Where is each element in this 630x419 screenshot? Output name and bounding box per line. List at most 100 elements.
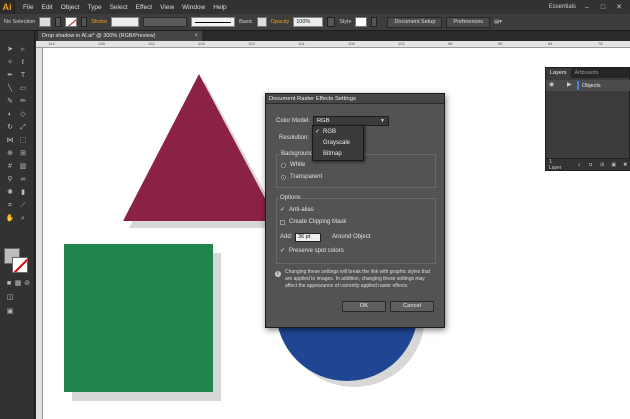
ok-button[interactable]: OK (342, 301, 386, 312)
type-tool-icon[interactable]: T (18, 71, 28, 80)
close-tab-icon[interactable]: × (194, 31, 198, 41)
preserve-spot-checkbox[interactable]: ✓ (280, 248, 286, 254)
screen-mode-icon[interactable]: ▣ (5, 307, 15, 316)
maximize-button[interactable]: □ (598, 3, 608, 12)
new-layer-icon[interactable]: ▣ (611, 162, 617, 168)
new-sublayer-icon[interactable]: ⊞ (599, 162, 605, 168)
color-model-option-grayscale[interactable]: Grayscale (313, 138, 365, 148)
preferences-button[interactable]: Preferences (446, 16, 491, 28)
opacity-field[interactable]: 100% (293, 17, 324, 27)
none-mode-icon[interactable]: ⊘ (22, 279, 32, 288)
menu-effect[interactable]: Effect (136, 4, 153, 11)
ruler-tick: 126 (198, 41, 205, 46)
line-tool-icon[interactable]: ╲ (5, 84, 15, 93)
stroke-label[interactable]: Stroke (91, 19, 107, 25)
eraser-tool-icon[interactable]: ◇ (18, 110, 28, 119)
clipping-mask-label[interactable]: Create Clipping Mask (289, 219, 346, 225)
blend-tool-icon[interactable]: ∞ (18, 175, 28, 184)
stroke-weight-field[interactable] (111, 17, 140, 27)
brush-dropdown[interactable] (256, 17, 267, 27)
bg-transparent-label[interactable]: Transparent (290, 174, 322, 180)
add-amount-input[interactable]: 36 pt (295, 233, 321, 242)
delete-layer-icon[interactable]: ✖ (623, 162, 629, 168)
gradient-tool-icon[interactable]: ▥ (18, 162, 28, 171)
menu-object[interactable]: Object (61, 4, 80, 11)
fill-dropdown[interactable] (55, 17, 62, 27)
tab-layers[interactable]: Layers (546, 68, 571, 78)
layer-row[interactable]: ◉ ▶ Objects (546, 80, 630, 91)
selection-status: No Selection (4, 19, 36, 25)
brush-preview[interactable] (191, 17, 236, 27)
menu-window[interactable]: Window (182, 4, 205, 11)
opacity-label[interactable]: Opacity (271, 19, 290, 25)
stroke-color-icon[interactable] (12, 257, 28, 273)
tab-artboards[interactable]: Artboards (571, 68, 603, 78)
style-swatch[interactable] (355, 17, 368, 27)
fill-swatch[interactable] (39, 17, 52, 27)
document-setup-button[interactable]: Document Setup (387, 16, 443, 28)
color-model-value: RGB (317, 118, 330, 124)
zoom-tool-icon[interactable]: ⌕ (18, 214, 28, 223)
width-tool-icon[interactable]: ⋈ (5, 136, 15, 145)
lock-toggle[interactable] (559, 82, 564, 89)
menu-file[interactable]: File (23, 4, 33, 11)
selection-tool-icon[interactable]: ➤ (5, 45, 15, 54)
document-title: Drop shadow in AI.ai* @ 300% (RGB/Previe… (42, 33, 156, 39)
expand-triangle-icon[interactable]: ▶ (567, 82, 574, 89)
color-model-option-rgb[interactable]: ✓ RGB (313, 127, 365, 137)
minimize-button[interactable]: – (582, 3, 592, 12)
resolution-label: Resolution: (279, 135, 310, 141)
symbol-sprayer-tool-icon[interactable]: ✺ (5, 188, 15, 197)
checkmark-icon: ✓ (315, 129, 321, 135)
magic-wand-tool-icon[interactable]: ✧ (5, 58, 15, 67)
menu-help[interactable]: Help (213, 4, 226, 11)
cancel-button[interactable]: Cancel (390, 301, 434, 312)
bg-white-label[interactable]: White (290, 162, 305, 168)
menu-view[interactable]: View (160, 4, 174, 11)
workspace-switcher[interactable]: Essentials (549, 4, 576, 10)
document-tab[interactable]: Drop shadow in AI.ai* @ 300% (RGB/Previe… (38, 31, 202, 41)
color-model-option-bitmap[interactable]: Bitmap (313, 149, 365, 159)
pen-tool-icon[interactable]: ✒ (5, 71, 15, 80)
clipping-mask-checkbox[interactable] (280, 220, 285, 225)
variable-width-field[interactable] (143, 17, 188, 27)
scale-tool-icon[interactable]: ⤢ (18, 123, 28, 132)
lasso-tool-icon[interactable]: ℓ (18, 58, 28, 67)
mesh-tool-icon[interactable]: # (5, 162, 15, 171)
bg-white-radio[interactable] (281, 163, 286, 168)
anti-alias-checkbox[interactable]: ✓ (280, 207, 286, 213)
stroke-swatch[interactable] (65, 17, 78, 27)
anti-alias-label[interactable]: Anti-alias (289, 207, 314, 213)
slice-tool-icon[interactable]: ⟋ (18, 201, 28, 210)
square-shape[interactable] (64, 244, 213, 392)
artboard-tool-icon[interactable]: ⌗ (5, 201, 15, 210)
close-window-button[interactable]: ✕ (614, 3, 624, 12)
bg-transparent-radio[interactable] (281, 175, 286, 180)
perspective-grid-tool-icon[interactable]: ⊞ (18, 149, 28, 158)
direct-selection-tool-icon[interactable]: ▹ (18, 45, 28, 54)
stroke-dropdown[interactable] (81, 17, 88, 27)
layer-name[interactable]: Objects (582, 83, 601, 89)
opacity-dropdown[interactable] (327, 17, 336, 27)
pencil-tool-icon[interactable]: ✏ (18, 97, 28, 106)
hand-tool-icon[interactable]: ✋ (5, 214, 15, 223)
blob-brush-tool-icon[interactable]: ◐ (5, 110, 15, 119)
triangle-shape[interactable] (123, 74, 277, 221)
rotate-tool-icon[interactable]: ↻ (5, 123, 15, 132)
paintbrush-tool-icon[interactable]: ✎ (5, 97, 15, 106)
menu-type[interactable]: Type (87, 4, 101, 11)
shape-builder-tool-icon[interactable]: ⊕ (5, 149, 15, 158)
rectangle-tool-icon[interactable]: ▭ (18, 84, 28, 93)
draw-mode-icon[interactable]: ◫ (5, 293, 15, 302)
column-graph-tool-icon[interactable]: ▮ (18, 188, 28, 197)
free-transform-tool-icon[interactable]: ⬚ (18, 136, 28, 145)
locate-object-icon[interactable]: ⌕ (576, 162, 582, 168)
preserve-spot-label[interactable]: Preserve spot colors (289, 248, 344, 254)
menu-select[interactable]: Select (110, 4, 128, 11)
visibility-eye-icon[interactable]: ◉ (549, 82, 556, 89)
style-dropdown[interactable] (371, 17, 378, 27)
arrange-icon[interactable]: ▤▾ (494, 19, 502, 25)
menu-edit[interactable]: Edit (41, 4, 52, 11)
eyedropper-tool-icon[interactable]: ⚲ (5, 175, 15, 184)
make-clipping-mask-icon[interactable]: ◘ (588, 162, 594, 168)
